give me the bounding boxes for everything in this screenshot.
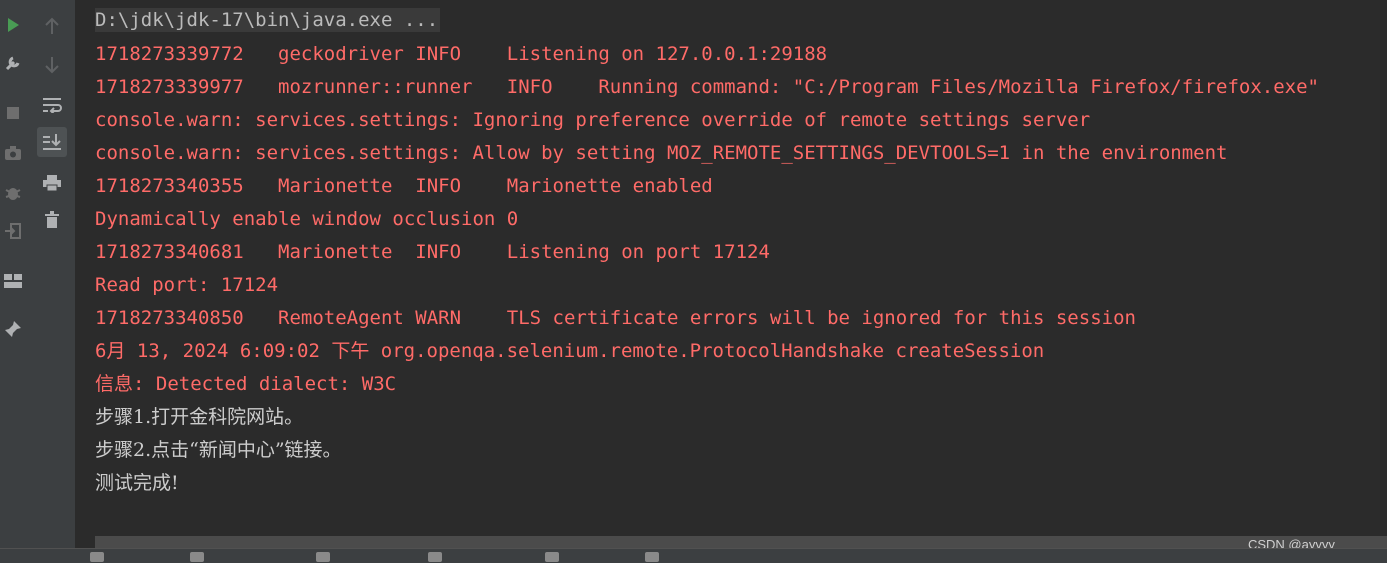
- console-line: 信息: Detected dialect: W3C: [95, 373, 397, 395]
- console-line: 1718273339977 mozrunner::runner INFO Run…: [95, 76, 1319, 98]
- exit-icon[interactable]: [0, 218, 26, 244]
- down-arrow-icon[interactable]: [37, 50, 67, 80]
- status-icon[interactable]: [90, 552, 104, 562]
- console-tool-strip: [26, 0, 76, 548]
- status-icon[interactable]: [645, 552, 659, 562]
- scroll-to-end-icon[interactable]: [37, 127, 67, 157]
- camera-icon[interactable]: [0, 140, 26, 166]
- console-line: 步骤1.打开金科院网站。: [95, 406, 304, 428]
- status-icon[interactable]: [316, 552, 330, 562]
- console-line: console.warn: services.settings: Allow b…: [95, 142, 1228, 164]
- console-line: 6月 13, 2024 6:09:02 下午 org.openqa.seleni…: [95, 340, 1045, 362]
- console-line: 1718273340850 RemoteAgent WARN TLS certi…: [95, 307, 1136, 329]
- up-arrow-icon[interactable]: [37, 11, 67, 41]
- stop-icon[interactable]: [0, 100, 26, 126]
- console-line: 步骤2.点击“新闻中心”链接。: [95, 439, 342, 461]
- console-line: Read port: 17124: [95, 274, 279, 296]
- wrench-icon[interactable]: [0, 50, 26, 76]
- status-bar: [0, 548, 1387, 563]
- console-output[interactable]: D:\jdk\jdk-17\bin\java.exe ... 171827333…: [76, 0, 1387, 548]
- console-line: 测试完成!: [95, 472, 179, 494]
- status-icon[interactable]: [428, 552, 442, 562]
- soft-wrap-icon[interactable]: [37, 90, 67, 120]
- console-line: 1718273340681 Marionette INFO Listening …: [95, 241, 770, 263]
- trash-icon[interactable]: [37, 205, 67, 235]
- print-icon[interactable]: [37, 168, 67, 198]
- status-icon[interactable]: [190, 552, 204, 562]
- debug-icon[interactable]: [0, 180, 26, 206]
- run-icon[interactable]: [0, 12, 26, 38]
- status-icon[interactable]: [545, 552, 559, 562]
- run-tool-strip: [0, 0, 27, 548]
- layout-icon[interactable]: [0, 268, 26, 294]
- command-line: D:\jdk\jdk-17\bin\java.exe ...: [95, 8, 441, 32]
- console-line: console.warn: services.settings: Ignorin…: [95, 109, 1091, 131]
- horizontal-scrollbar[interactable]: [95, 536, 1387, 548]
- console-line: Dynamically enable window occlusion 0: [95, 208, 519, 230]
- console-line: 1718273340355 Marionette INFO Marionette…: [95, 175, 713, 197]
- console-line: 1718273339772 geckodriver INFO Listening…: [95, 43, 828, 65]
- pin-icon[interactable]: [0, 316, 26, 342]
